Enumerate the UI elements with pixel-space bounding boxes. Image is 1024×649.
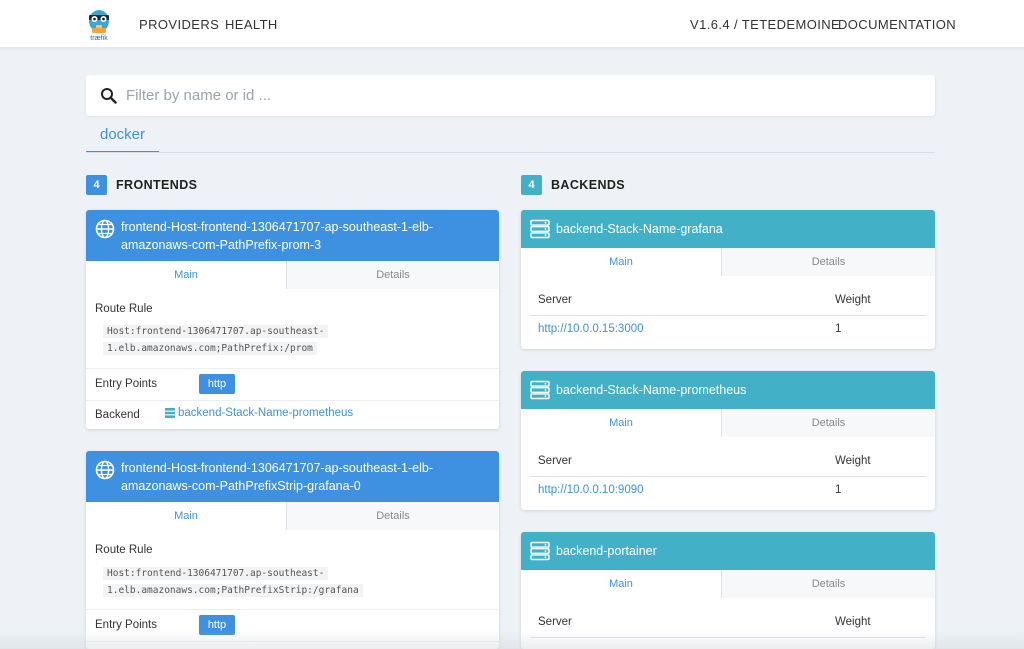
backend-card-header: backend-portainer bbox=[521, 532, 935, 570]
backend-name: backend-portainer bbox=[556, 544, 657, 558]
server-icon bbox=[530, 219, 550, 239]
traefik-logo[interactable]: træfik bbox=[86, 8, 112, 44]
tab-details[interactable]: Details bbox=[721, 248, 935, 276]
frontend-card-header: frontend-Host-frontend-1306471707-ap-sou… bbox=[86, 210, 499, 261]
backend-card-tabs: Main Details bbox=[521, 248, 935, 276]
provider-tabs-divider bbox=[86, 152, 935, 153]
frontend-card-tabs: Main Details bbox=[86, 261, 499, 289]
frontend-card-tabs: Main Details bbox=[86, 502, 499, 530]
server-weight: 1 bbox=[835, 484, 842, 496]
entry-point-chip[interactable]: http bbox=[199, 374, 235, 394]
route-rule-value: Host:frontend-1306471707.ap-southeast- 1… bbox=[103, 565, 363, 599]
tab-main[interactable]: Main bbox=[86, 502, 286, 530]
backend-link[interactable]: backend-Stack-Name-prometheus bbox=[178, 407, 353, 419]
weight-column-header: Weight bbox=[835, 294, 871, 306]
backend-card-header: backend-Stack-Name-grafana bbox=[521, 210, 935, 248]
frontend-card-header: frontend-Host-frontend-1306471707-ap-sou… bbox=[86, 451, 499, 502]
frontends-count-badge: 4 bbox=[86, 175, 107, 195]
row-divider bbox=[86, 400, 499, 401]
route-rule-line2: 1.elb.amazonaws.com;PathPrefixStrip:/gra… bbox=[103, 584, 363, 597]
server-column-header: Server bbox=[538, 294, 572, 306]
entry-points-label: Entry Points bbox=[95, 378, 157, 390]
backend-card-tabs: Main Details bbox=[521, 570, 935, 598]
search-box bbox=[86, 75, 935, 116]
route-rule-label: Route Rule bbox=[95, 303, 153, 315]
logo-text: træfik bbox=[90, 35, 108, 42]
search-icon bbox=[101, 88, 117, 104]
row-divider bbox=[86, 609, 499, 610]
backend-name: backend-Stack-Name-prometheus bbox=[556, 383, 747, 397]
frontend-name-line1: frontend-Host-frontend-1306471707-ap-sou… bbox=[121, 220, 433, 234]
server-url-link[interactable]: http://10.0.0.10:9090 bbox=[538, 484, 644, 496]
server-weight: 1 bbox=[835, 323, 842, 335]
server-icon bbox=[530, 380, 550, 400]
search-input[interactable] bbox=[126, 75, 916, 116]
nav-health[interactable]: HEALTH bbox=[225, 17, 278, 32]
nav-version[interactable]: V1.6.4 / TETEDEMOINE bbox=[690, 17, 840, 32]
nav-providers[interactable]: PROVIDERS bbox=[139, 17, 219, 32]
bottom-shadow bbox=[0, 630, 1024, 649]
nav-documentation[interactable]: DOCUMENTATION bbox=[838, 17, 956, 32]
server-icon bbox=[165, 408, 175, 418]
frontend-card: frontend-Host-frontend-1306471707-ap-sou… bbox=[86, 210, 499, 429]
globe-icon bbox=[95, 460, 115, 480]
backend-card: backend-Stack-Name-grafana Main Details … bbox=[521, 210, 935, 349]
tab-details[interactable]: Details bbox=[286, 261, 499, 289]
backends-count-badge: 4 bbox=[521, 175, 542, 195]
backend-name: backend-Stack-Name-grafana bbox=[556, 222, 723, 236]
backend-label: Backend bbox=[95, 409, 140, 421]
weight-column-header: Weight bbox=[835, 616, 871, 628]
provider-tab-docker[interactable]: docker bbox=[86, 124, 159, 153]
frontends-header: 4 FRONTENDS bbox=[86, 175, 286, 195]
backend-card-tabs: Main Details bbox=[521, 409, 935, 437]
frontends-title: FRONTENDS bbox=[116, 178, 198, 192]
route-rule-value: Host:frontend-1306471707.ap-southeast- 1… bbox=[103, 323, 329, 357]
frontend-card: frontend-Host-frontend-1306471707-ap-sou… bbox=[86, 451, 499, 649]
server-column-header: Server bbox=[538, 455, 572, 467]
backend-card: backend-Stack-Name-prometheus Main Detai… bbox=[521, 371, 935, 510]
tab-main[interactable]: Main bbox=[521, 570, 721, 598]
tab-main[interactable]: Main bbox=[521, 248, 721, 276]
backends-title: BACKENDS bbox=[551, 178, 626, 192]
server-url-link[interactable]: http://10.0.0.15:3000 bbox=[538, 323, 644, 335]
globe-icon bbox=[95, 219, 115, 239]
server-column-header: Server bbox=[538, 616, 572, 628]
tab-details[interactable]: Details bbox=[286, 502, 499, 530]
tab-main[interactable]: Main bbox=[521, 409, 721, 437]
server-icon bbox=[530, 541, 550, 561]
tab-main[interactable]: Main bbox=[86, 261, 286, 289]
route-rule-line1: Host:frontend-1306471707.ap-southeast- bbox=[103, 325, 329, 338]
route-rule-line2: 1.elb.amazonaws.com;PathPrefix:/prom bbox=[103, 342, 317, 355]
frontend-name-line2: amazonaws-com-PathPrefixStrip-grafana-0 bbox=[121, 479, 361, 493]
tab-details[interactable]: Details bbox=[721, 409, 935, 437]
backends-header: 4 BACKENDS bbox=[521, 175, 721, 195]
tab-details[interactable]: Details bbox=[721, 570, 935, 598]
route-rule-line1: Host:frontend-1306471707.ap-southeast- bbox=[103, 567, 329, 580]
table-header-divider bbox=[530, 476, 926, 477]
route-rule-label: Route Rule bbox=[95, 544, 153, 556]
frontend-name-line1: frontend-Host-frontend-1306471707-ap-sou… bbox=[121, 461, 433, 475]
frontend-name-line2: amazonaws-com-PathPrefix-prom-3 bbox=[121, 238, 322, 252]
backend-card-header: backend-Stack-Name-prometheus bbox=[521, 371, 935, 409]
top-navbar: træfik PROVIDERS HEALTH V1.6.4 / TETEDEM… bbox=[0, 0, 1024, 48]
weight-column-header: Weight bbox=[835, 455, 871, 467]
table-header-divider bbox=[530, 315, 926, 316]
row-divider bbox=[86, 368, 499, 369]
